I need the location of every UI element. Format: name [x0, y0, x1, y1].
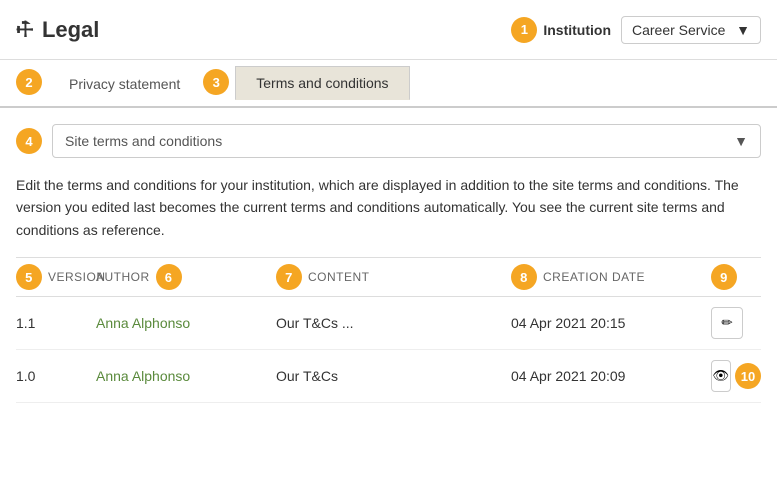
- badge-3: 3: [203, 69, 229, 95]
- row2-view-button[interactable]: 👁: [711, 360, 731, 392]
- row2-version: 1.0: [16, 368, 96, 384]
- header: ⚒ Legal 1 Institution Career Service ▼: [0, 0, 777, 60]
- tab-terms-label: Terms and conditions: [256, 75, 388, 91]
- col-author: AUTHOR 6: [96, 264, 276, 290]
- col-date-label: CREATION DATE: [543, 270, 645, 284]
- page-title: Legal: [42, 17, 99, 43]
- site-terms-dropdown-value: Site terms and conditions: [65, 133, 222, 149]
- badge-9: 9: [711, 264, 737, 290]
- col-creation-date: 8 CREATION DATE: [511, 264, 711, 290]
- badge-4: 4: [16, 128, 42, 154]
- col-content: 7 CONTENT: [276, 264, 511, 290]
- row1-actions: ✏: [711, 307, 761, 339]
- terms-table: 5 VERSION AUTHOR 6 7 CONTENT 8 CREATION …: [16, 257, 761, 403]
- header-left: ⚒ Legal: [16, 17, 511, 43]
- row2-content: Our T&Cs: [276, 368, 511, 384]
- row1-content: Our T&Cs ...: [276, 315, 511, 331]
- description-text: Edit the terms and conditions for your i…: [16, 174, 761, 241]
- col-content-label: CONTENT: [308, 270, 370, 284]
- badge-2: 2: [16, 69, 42, 95]
- row2-actions: 👁 10: [711, 360, 761, 392]
- tab-privacy-wrapper: 2 Privacy statement: [16, 58, 203, 106]
- table-row: 1.1 Anna Alphonso Our T&Cs ... 04 Apr 20…: [16, 297, 761, 350]
- table-row: 1.0 Anna Alphonso Our T&Cs 04 Apr 2021 2…: [16, 350, 761, 403]
- row2-author: Anna Alphonso: [96, 368, 276, 384]
- institution-dropdown[interactable]: Career Service ▼: [621, 16, 761, 44]
- eye-icon: 👁: [713, 368, 730, 384]
- row1-version: 1.1: [16, 315, 96, 331]
- row1-date: 04 Apr 2021 20:15: [511, 315, 711, 331]
- col-author-label: AUTHOR: [96, 270, 150, 284]
- edit-icon: ✏: [721, 315, 732, 331]
- row2-author-link[interactable]: Anna Alphonso: [96, 368, 190, 384]
- header-right: 1 Institution Career Service ▼: [511, 16, 761, 44]
- badge-10: 10: [735, 363, 761, 389]
- tab-terms-wrapper: 3 Terms and conditions: [203, 58, 411, 106]
- tab-terms-conditions[interactable]: Terms and conditions: [235, 66, 409, 100]
- hammer-icon: ⚒: [10, 14, 40, 44]
- tab-privacy-statement[interactable]: Privacy statement: [48, 67, 201, 100]
- row1-author-link[interactable]: Anna Alphonso: [96, 315, 190, 331]
- badge-6: 6: [156, 264, 182, 290]
- badge-5: 5: [16, 264, 42, 290]
- tabs-row: 2 Privacy statement 3 Terms and conditio…: [0, 60, 777, 108]
- chevron-down-icon-dropdown: ▼: [734, 133, 748, 149]
- table-header: 5 VERSION AUTHOR 6 7 CONTENT 8 CREATION …: [16, 257, 761, 297]
- dropdown-row: 4 Site terms and conditions ▼: [16, 124, 761, 158]
- chevron-down-icon: ▼: [736, 22, 750, 38]
- tab-privacy-label: Privacy statement: [69, 76, 180, 92]
- institution-label: Institution: [543, 22, 611, 38]
- col-actions: 9: [711, 264, 761, 290]
- institution-dropdown-value: Career Service: [632, 22, 725, 38]
- institution-badge-wrap: 1 Institution: [511, 17, 611, 43]
- badge-1: 1: [511, 17, 537, 43]
- row1-author: Anna Alphonso: [96, 315, 276, 331]
- row1-edit-button[interactable]: ✏: [711, 307, 743, 339]
- main-content: 4 Site terms and conditions ▼ Edit the t…: [0, 108, 777, 403]
- row2-date: 04 Apr 2021 20:09: [511, 368, 711, 384]
- site-terms-dropdown[interactable]: Site terms and conditions ▼: [52, 124, 761, 158]
- col-version: 5 VERSION: [16, 264, 96, 290]
- badge-7: 7: [276, 264, 302, 290]
- badge-8: 8: [511, 264, 537, 290]
